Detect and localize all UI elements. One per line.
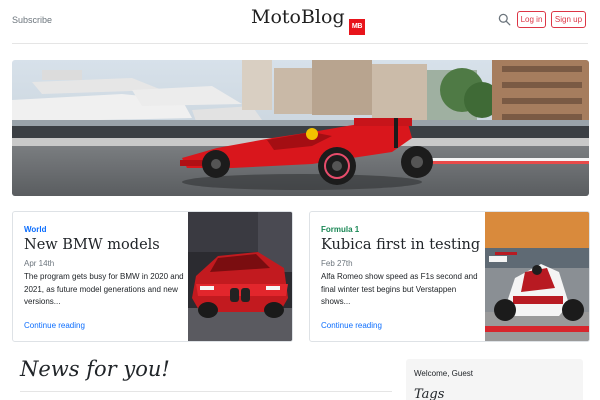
brand-logo-badge: MB <box>349 19 365 35</box>
site-brand[interactable]: MotoBlog <box>251 6 345 28</box>
site-header: Subscribe MotoBlog MB Log in Sign up <box>12 0 588 44</box>
card-excerpt: The program gets busy for BMW in 2020 an… <box>24 272 184 306</box>
continue-reading-link[interactable]: Continue reading <box>321 321 382 330</box>
card-excerpt: Alfa Romeo show speed as F1s second and … <box>321 272 478 306</box>
tags-heading: Tags <box>414 387 445 400</box>
card-title: Kubica first in testing <box>321 237 481 253</box>
card-date: Feb 27th <box>321 259 353 268</box>
card-title: New BMW models <box>24 237 160 253</box>
hero-image <box>12 60 589 196</box>
article-card: Formula 1 Kubica first in testing Feb 27… <box>309 211 590 342</box>
card-category[interactable]: Formula 1 <box>321 225 359 234</box>
card-thumbnail <box>485 212 589 341</box>
card-thumbnail <box>188 212 292 341</box>
sidebar-panel: Welcome, Guest Tags <box>406 359 583 400</box>
welcome-text: Welcome, Guest <box>414 369 473 378</box>
card-date: Apr 14th <box>24 259 55 268</box>
signup-button[interactable]: Sign up <box>551 11 586 28</box>
login-button[interactable]: Log in <box>517 11 546 28</box>
search-icon[interactable] <box>498 13 511 26</box>
section-divider <box>20 391 392 392</box>
article-card: World New BMW models Apr 14th The progra… <box>12 211 293 342</box>
card-category[interactable]: World <box>24 225 47 234</box>
continue-reading-link[interactable]: Continue reading <box>24 321 85 330</box>
subscribe-link[interactable]: Subscribe <box>12 15 52 25</box>
news-heading: News for you! <box>20 357 170 381</box>
